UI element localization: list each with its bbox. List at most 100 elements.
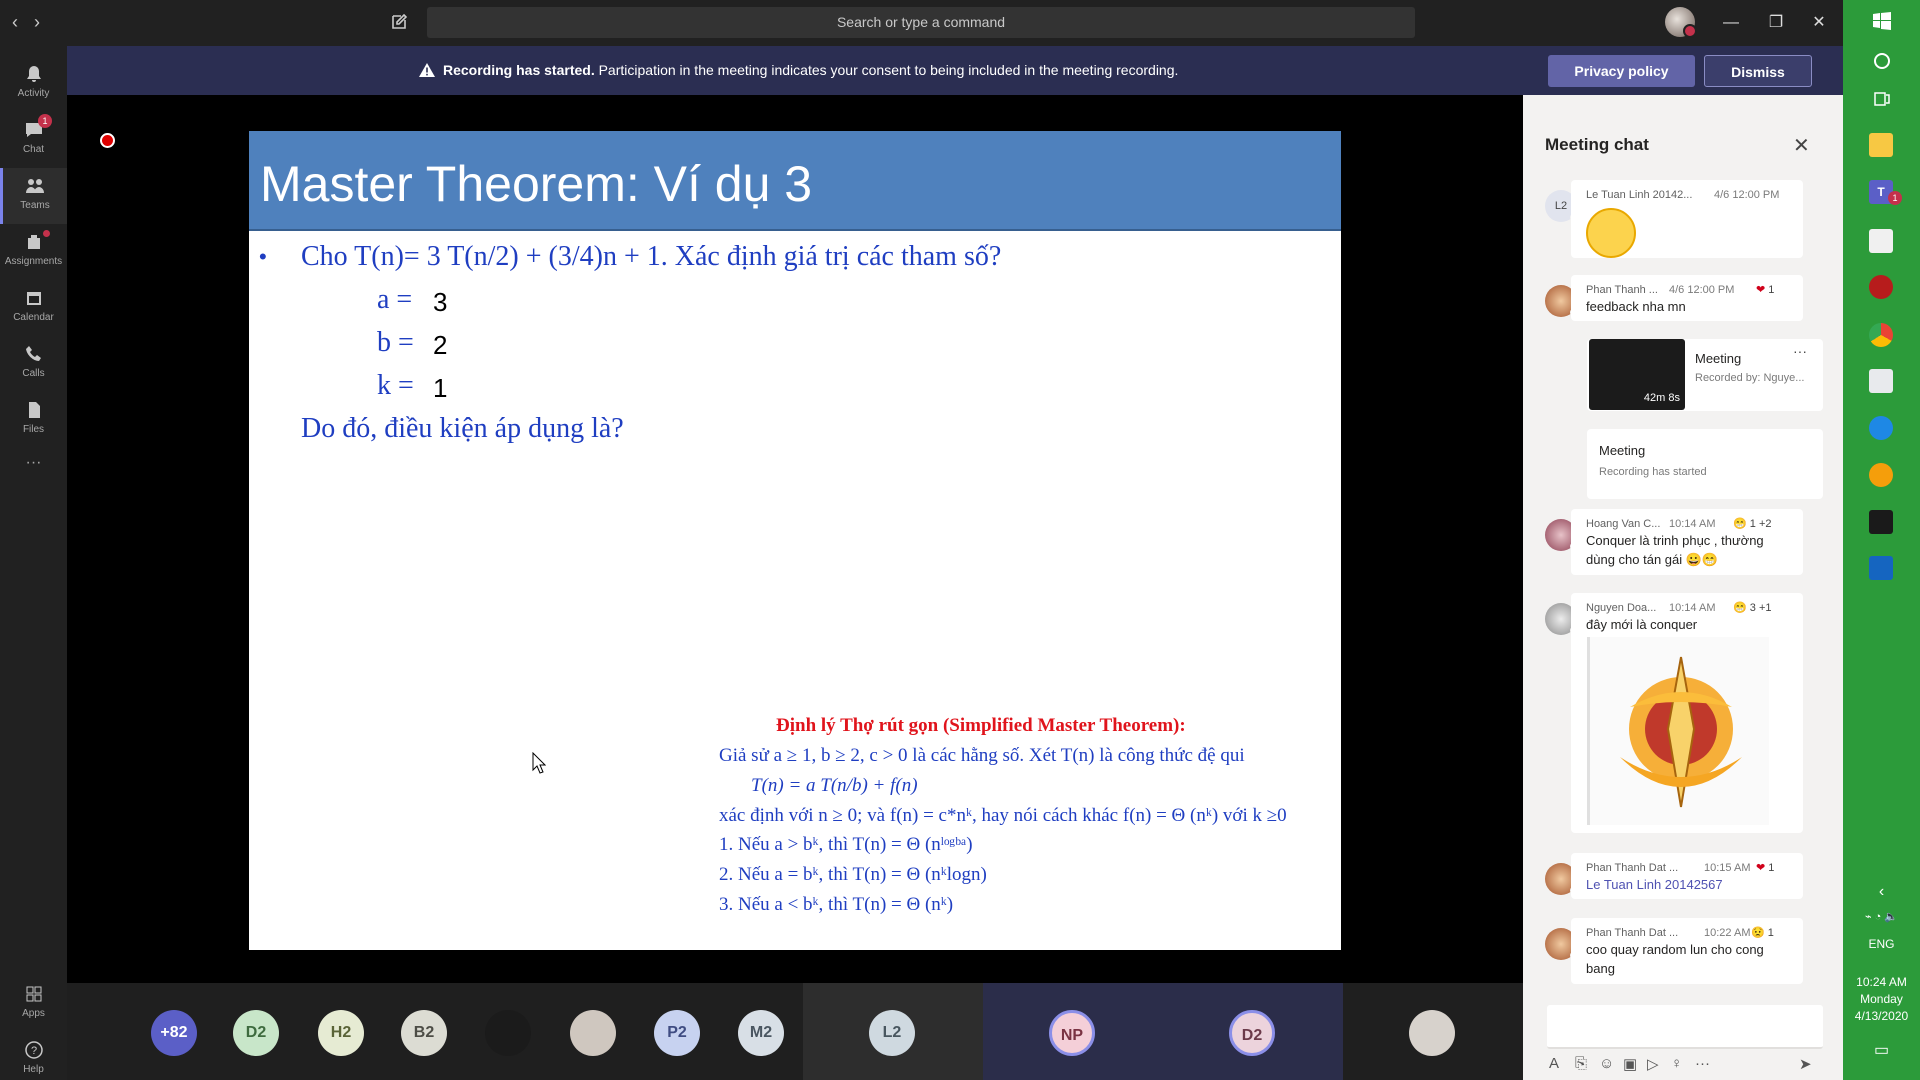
participant-avatar[interactable]: B2: [401, 1010, 447, 1056]
teams-badge: 1: [1888, 191, 1902, 205]
notification-icon[interactable]: ▭: [1843, 1043, 1920, 1059]
maximize-button[interactable]: ❐: [1765, 12, 1787, 34]
participant-avatar[interactable]: M2: [738, 1010, 784, 1056]
chat-message[interactable]: Phan Thanh Dat ... 10:22 AM 😟 1 coo quay…: [1571, 918, 1803, 984]
file-explorer-icon[interactable]: [1869, 133, 1893, 157]
rail-item-help[interactable]: ? Help: [0, 1032, 67, 1080]
back-button[interactable]: ‹: [12, 13, 18, 31]
emblem-icon: [1620, 656, 1742, 808]
profile-avatar[interactable]: [1665, 7, 1697, 38]
teams-window: ‹ › Search or type a command — ❐ ✕ Activ…: [0, 0, 1920, 1080]
heart-reaction[interactable]: ❤ 1: [1756, 861, 1774, 874]
grinning-emoji-icon: [1586, 208, 1636, 258]
chevron-up-icon[interactable]: ‹: [1843, 884, 1920, 900]
avatar-initials: L2: [1554, 200, 1568, 212]
praise-icon[interactable]: ♀: [1671, 1055, 1682, 1072]
format-icon[interactable]: A: [1549, 1055, 1559, 1072]
emoji-reaction[interactable]: 😟 1: [1751, 926, 1774, 939]
recording-thumbnail[interactable]: 42m 8s: [1589, 339, 1685, 410]
cortana-icon[interactable]: [1873, 52, 1891, 70]
chat-message[interactable]: Nguyen Doa... 10:14 AM 😁 3 +1 đây mới là…: [1571, 593, 1803, 833]
app-icon[interactable]: [1869, 369, 1893, 393]
rail-item-chat[interactable]: 1 Chat: [0, 112, 67, 168]
rail-label: Apps: [22, 1008, 45, 1019]
system-tray-icons[interactable]: ⌁ ◔ 🔈: [1843, 910, 1920, 925]
chrome-icon[interactable]: [1869, 323, 1893, 347]
forward-button[interactable]: ›: [34, 13, 40, 31]
message-text: coo quay random lun cho cong bang: [1586, 942, 1764, 976]
chat-message[interactable]: Phan Thanh Dat ... 10:15 AM ❤ 1 Le Tuan …: [1571, 853, 1803, 899]
sender-name: Phan Thanh Dat ...: [1586, 927, 1679, 939]
close-button[interactable]: ✕: [1808, 12, 1830, 34]
conquer-emblem-image[interactable]: [1587, 637, 1769, 825]
participant-avatar[interactable]: [1409, 1010, 1455, 1056]
store-icon[interactable]: [1869, 229, 1893, 253]
language-indicator[interactable]: ENG: [1843, 937, 1920, 952]
message-time: 10:22 AM: [1704, 927, 1751, 939]
rail-item-calls[interactable]: Calls: [0, 336, 67, 392]
chat-compose-input[interactable]: [1547, 1005, 1823, 1049]
edge-icon[interactable]: [1869, 416, 1893, 440]
meeting-started-card: Meeting Recording has started: [1587, 429, 1823, 499]
mention-link[interactable]: Le Tuan Linh 20142567: [1586, 875, 1796, 894]
task-view-icon[interactable]: [1873, 90, 1891, 108]
app-icon[interactable]: [1869, 463, 1893, 487]
send-icon[interactable]: ➤: [1799, 1055, 1812, 1073]
chat-message[interactable]: Le Tuan Linh 20142... 4/6 12:00 PM: [1571, 180, 1803, 258]
chat-message[interactable]: Phan Thanh ... 4/6 12:00 PM ❤ 1 feedback…: [1571, 275, 1803, 321]
dismiss-button[interactable]: Dismiss: [1704, 55, 1812, 87]
windows-start-icon[interactable]: [1873, 12, 1891, 30]
participant-avatar[interactable]: [485, 1010, 531, 1056]
more-compose-icon[interactable]: ···: [1695, 1055, 1710, 1072]
minimize-button[interactable]: —: [1720, 12, 1742, 34]
emoji-icon[interactable]: ☺: [1599, 1055, 1614, 1072]
param-a-label: a =: [377, 284, 413, 315]
app-icon[interactable]: [1869, 510, 1893, 534]
heart-reaction[interactable]: ❤ 1: [1756, 283, 1774, 296]
participant-avatar[interactable]: H2: [318, 1010, 364, 1056]
windows-taskbar: T 1 ‹ ⌁ ◔ 🔈 ENG 10:24 AM Monday 4/13/202…: [1843, 0, 1920, 1080]
clock-date: 4/13/2020: [1854, 1009, 1909, 1023]
param-a-value: 3: [433, 287, 448, 317]
chat-message[interactable]: Hoang Van C... 10:14 AM 😁 1 +2 Conquer l…: [1571, 509, 1803, 575]
rail-item-apps[interactable]: Apps: [0, 976, 67, 1032]
giphy-icon[interactable]: ▣: [1623, 1055, 1637, 1073]
rail-label: Teams: [20, 200, 50, 211]
emoji-reaction[interactable]: 😁 1 +2: [1733, 517, 1772, 530]
rail-item-assignments[interactable]: Assignments: [0, 224, 67, 280]
participant-avatar[interactable]: P2: [654, 1010, 700, 1056]
participant-avatar[interactable]: D2: [233, 1010, 279, 1056]
mouse-cursor-icon: [532, 752, 546, 774]
rail-item-calendar[interactable]: Calendar: [0, 280, 67, 336]
message-time: 4/6 12:00 PM: [1669, 284, 1735, 296]
app-icon[interactable]: [1869, 556, 1893, 580]
meeting-recording-card[interactable]: 42m 8s Meeting Recorded by: Nguye... ···: [1587, 339, 1823, 411]
clock-time[interactable]: 10:24 AM: [1843, 975, 1920, 990]
participant-avatar[interactable]: [570, 1010, 616, 1056]
app-rail: Activity 1 Chat Teams Assignments Calend…: [0, 46, 67, 1080]
more-options-button[interactable]: ···: [1793, 343, 1807, 359]
app-icon[interactable]: [1869, 275, 1893, 299]
emoji-reaction[interactable]: 😁 3 +1: [1733, 601, 1772, 614]
rail-item-activity[interactable]: Activity: [0, 56, 67, 112]
rail-label: Assignments: [4, 256, 63, 267]
svg-text:?: ?: [30, 1045, 36, 1057]
search-input[interactable]: Search or type a command: [427, 7, 1415, 38]
participant-avatar[interactable]: L2: [869, 1010, 915, 1056]
participant-avatar[interactable]: D2: [1229, 1010, 1275, 1056]
compose-icon[interactable]: [390, 13, 408, 31]
privacy-policy-button[interactable]: Privacy policy: [1548, 55, 1695, 87]
help-icon: ?: [24, 1040, 44, 1060]
sticker-icon[interactable]: ▷: [1647, 1055, 1659, 1073]
recording-duration: 42m 8s: [1643, 392, 1680, 404]
rail-item-teams[interactable]: Teams: [0, 168, 67, 224]
more-apps-button[interactable]: ···: [0, 448, 67, 504]
card-title: Meeting: [1599, 443, 1646, 458]
rail-item-files[interactable]: Files: [0, 392, 67, 448]
message-time: 10:14 AM: [1669, 518, 1716, 530]
participant-overflow[interactable]: +82: [151, 1010, 197, 1056]
attach-icon[interactable]: ⎘: [1575, 1055, 1587, 1072]
assignments-icon: [24, 232, 44, 252]
close-chat-icon[interactable]: ✕: [1793, 133, 1810, 158]
participant-avatar[interactable]: NP: [1049, 1010, 1095, 1056]
